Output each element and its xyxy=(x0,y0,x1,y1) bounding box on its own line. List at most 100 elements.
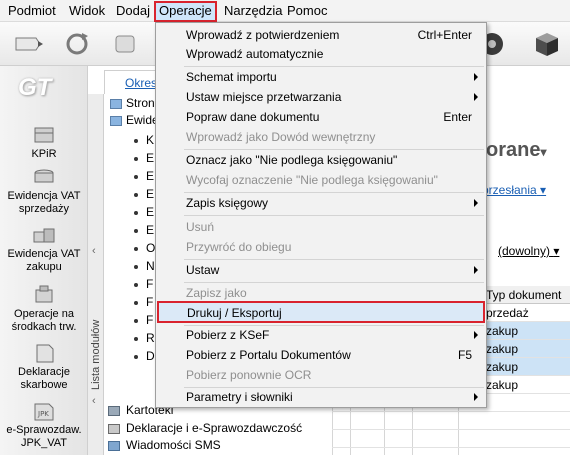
menu-item-ustaw-miejsce-przetwarzania[interactable]: Ustaw miejsce przetwarzania xyxy=(156,87,486,107)
tree-subitem[interactable]: E xyxy=(134,221,154,239)
folder-icon xyxy=(110,115,122,126)
tree-subitem[interactable]: D xyxy=(134,347,155,365)
coins-icon xyxy=(34,169,54,183)
menu-item-przywroc-do-obiegu: Przywróć do obiegu xyxy=(186,240,292,254)
menu-item-drukuj-eksportuj[interactable]: Drukuj / Eksportuj xyxy=(157,301,485,323)
shortcut: Ctrl+Enter xyxy=(417,28,472,42)
submenu-arrow-icon xyxy=(474,266,478,274)
table-row[interactable] xyxy=(332,412,570,430)
submenu-arrow-icon xyxy=(474,393,478,401)
module-kpir[interactable]: KPiR xyxy=(0,124,87,161)
menu-bar: Podmiot Widok Dodaj Operacje Narzędzia P… xyxy=(0,0,570,22)
module-label: e-Sprawozdaw. JPK_VAT xyxy=(6,424,82,449)
menu-pomoc[interactable]: Pomoc xyxy=(285,3,329,21)
chevron-down-icon[interactable]: ▾ xyxy=(540,145,546,159)
folder-icon xyxy=(110,98,122,109)
menu-item-wycofaj-oznaczenie: Wycofaj oznaczenie "Nie podlega księgowa… xyxy=(186,173,438,187)
module-vat-purchase[interactable]: Ewidencja VAT zakupu xyxy=(0,224,87,274)
bullet-icon xyxy=(134,174,138,179)
tree-subitem[interactable]: E xyxy=(134,149,154,167)
submenu-arrow-icon xyxy=(474,199,478,207)
declaration-icon xyxy=(108,423,120,434)
module-tax-declarations[interactable]: Deklaracje skarbowe xyxy=(0,342,87,392)
tree-item[interactable]: Stron xyxy=(110,94,155,112)
module-label: Operacje na środkach trw. xyxy=(11,308,77,333)
bullet-icon xyxy=(134,354,138,359)
menu-item-wprowadz-jako-dowod: Wprowadź jako Dowód wewnętrzny xyxy=(186,130,376,144)
menu-item-pobierz-z-portalu[interactable]: Pobierz z Portalu Dokumentów F5 xyxy=(156,345,486,365)
column-header[interactable]: Typ dokument xyxy=(486,286,561,304)
tree-subitem[interactable]: O xyxy=(134,239,155,257)
chevron-down-icon: ▾ xyxy=(553,244,560,258)
bullet-icon xyxy=(134,318,138,323)
menu-item-oznacz-nie-podlega[interactable]: Oznacz jako "Nie podlega księgowaniu" xyxy=(156,150,486,170)
bullet-icon xyxy=(134,210,138,215)
tree-subitem[interactable]: F xyxy=(134,311,153,329)
submenu-arrow-icon xyxy=(474,331,478,339)
menu-operacje[interactable]: Operacje xyxy=(154,1,217,22)
menu-widok[interactable]: Widok xyxy=(67,3,107,21)
module-vat-sales[interactable]: Ewidencja VAT sprzedaży xyxy=(0,166,87,216)
menu-item-ustaw[interactable]: Ustaw xyxy=(156,260,486,280)
tree-item-declarations[interactable]: Deklaracje i e-Sprawozdawczość xyxy=(108,420,302,436)
bullet-icon xyxy=(134,246,138,251)
boxes-icon xyxy=(33,228,55,243)
bullet-icon xyxy=(134,192,138,197)
filter-dropdown[interactable]: (dowolny) ▾ xyxy=(498,244,559,258)
tree-subitem[interactable]: E xyxy=(134,203,154,221)
menu-item-zapisz-jako: Zapisz jako xyxy=(186,286,247,300)
menu-item-parametry-i-slowniki[interactable]: Parametry i słowniki xyxy=(156,387,486,407)
menu-item-wprowadz-automatycznie[interactable]: Wprowadź automatycznie xyxy=(156,44,486,64)
menu-separator xyxy=(184,215,484,216)
submenu-arrow-icon xyxy=(474,73,478,81)
logo: GT xyxy=(18,74,52,101)
tab-label: Okres xyxy=(125,76,158,90)
tree-subitem[interactable]: E xyxy=(134,185,154,203)
module-jpk-vat[interactable]: JPK e-Sprawozdaw. JPK_VAT xyxy=(0,400,87,450)
tool-icon[interactable] xyxy=(108,28,142,60)
module-bar: GT KPiR Ewidencja VAT sprzedaży Ewidencj… xyxy=(0,66,88,455)
refresh-icon[interactable] xyxy=(60,28,94,60)
bullet-icon xyxy=(134,300,138,305)
tree-subitem[interactable]: R xyxy=(134,329,155,347)
submenu-arrow-icon xyxy=(474,93,478,101)
page-title: orane▾ xyxy=(486,139,547,161)
bullet-icon xyxy=(134,264,138,269)
link-przeslania[interactable]: przesłania ▾ xyxy=(482,183,546,197)
menu-item-wprowadz-z-potwierdzeniem[interactable]: Wprowadź z potwierdzeniem Ctrl+Enter xyxy=(156,25,486,45)
bullet-icon xyxy=(134,336,138,341)
tree-item-sms[interactable]: Wiadomości SMS xyxy=(108,437,221,453)
box-icon[interactable] xyxy=(530,28,564,60)
ledger-icon xyxy=(34,127,54,143)
tree-subitem[interactable]: F xyxy=(134,275,153,293)
document-icon xyxy=(36,344,54,363)
menu-item-pobierz-z-ksef[interactable]: Pobierz z KSeF xyxy=(156,325,486,345)
bullet-icon xyxy=(134,138,138,143)
tree-subitem[interactable]: K xyxy=(134,131,154,149)
back-icon[interactable] xyxy=(10,28,44,60)
menu-podmiot[interactable]: Podmiot xyxy=(6,3,58,21)
operacje-menu: Wprowadź z potwierdzeniem Ctrl+Enter Wpr… xyxy=(155,22,487,408)
module-label: Ewidencja VAT zakupu xyxy=(7,248,81,273)
tree-item-label: Stron xyxy=(126,96,155,110)
chevron-left-icon[interactable]: ‹ xyxy=(92,395,96,407)
module-fixed-assets[interactable]: Operacje na środkach trw. xyxy=(0,284,87,334)
bullet-icon xyxy=(134,156,138,161)
menu-item-pobierz-ponownie-ocr: Pobierz ponownie OCR xyxy=(186,368,312,382)
module-label: KPiR xyxy=(31,148,57,160)
tree-subitem[interactable]: N xyxy=(134,257,155,275)
shortcut: Enter xyxy=(443,110,472,124)
menu-item-schemat-importu[interactable]: Schemat importu xyxy=(156,67,486,87)
menu-item-zapis-ksiegowy[interactable]: Zapis księgowy xyxy=(156,193,486,213)
tree-subitem[interactable]: E xyxy=(134,167,154,185)
folder-icon xyxy=(108,405,120,416)
tree-item[interactable]: Ewide xyxy=(110,111,159,129)
menu-dodaj[interactable]: Dodaj xyxy=(114,3,152,21)
tree-subitem[interactable]: F xyxy=(134,293,153,311)
table-row[interactable] xyxy=(332,430,570,448)
menu-item-popraw-dane-dokumentu[interactable]: Popraw dane dokumentu Enter xyxy=(156,107,486,127)
chevron-left-icon[interactable]: ‹ xyxy=(92,245,96,257)
module-list-strip[interactable] xyxy=(88,94,104,455)
bullet-icon xyxy=(134,228,138,233)
menu-narzedzia[interactable]: Narzędzia xyxy=(222,3,285,21)
